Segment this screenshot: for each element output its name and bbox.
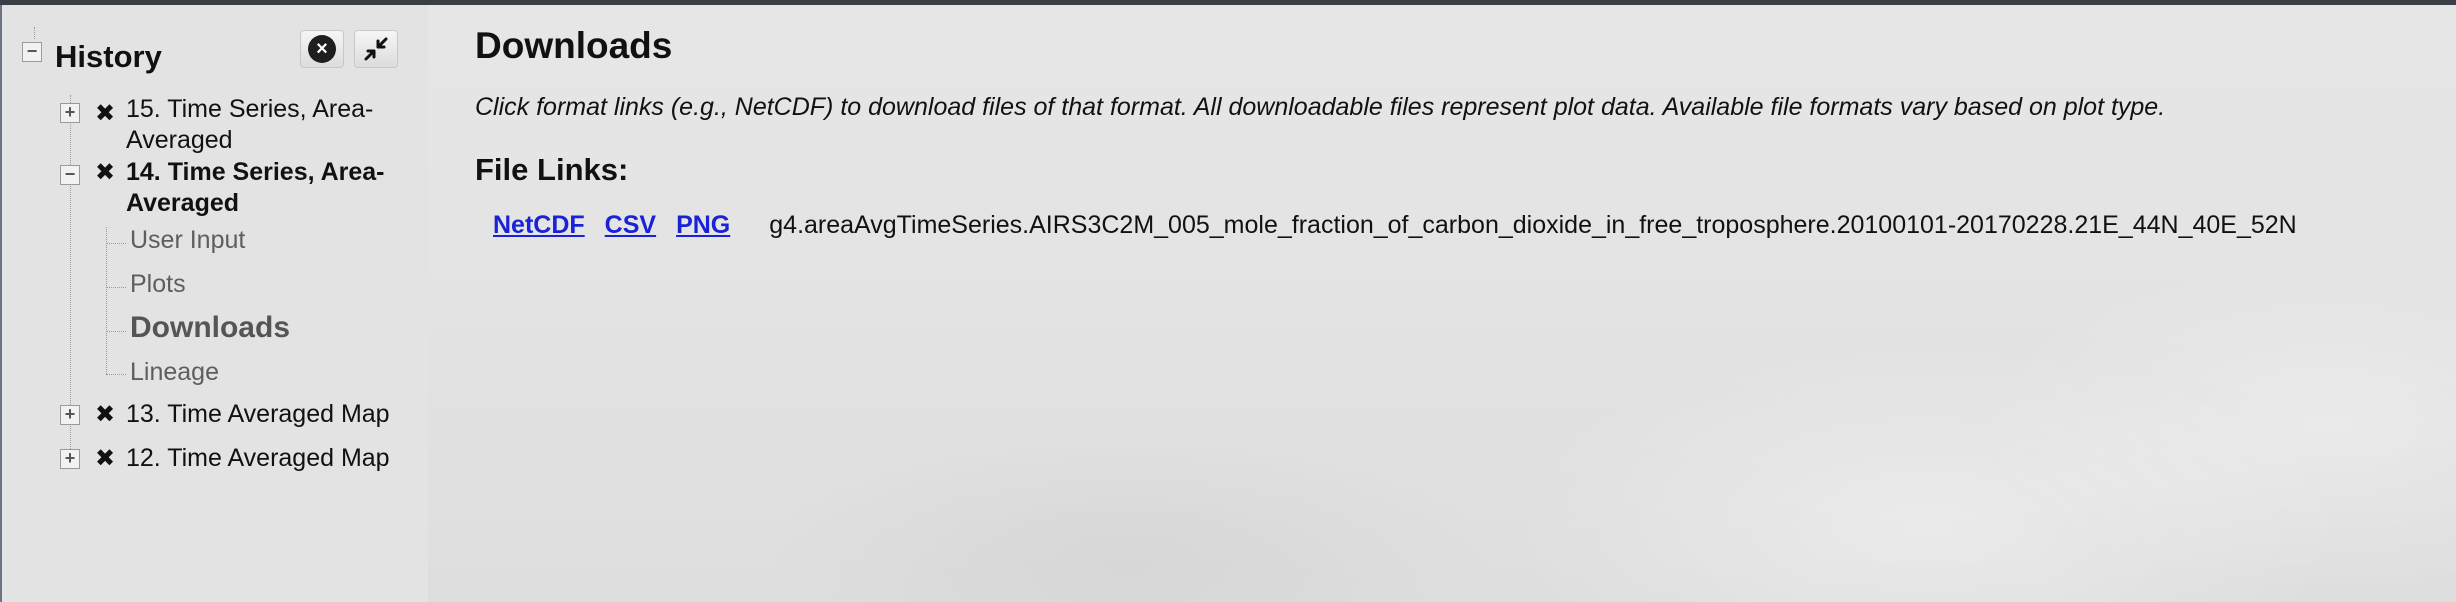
file-links-row: NetCDF CSV PNG g4.areaAvgTimeSeries.AIRS…	[493, 211, 2297, 240]
x-icon[interactable]: ✖	[95, 447, 115, 471]
x-icon[interactable]: ✖	[95, 161, 115, 185]
minimize-button[interactable]	[354, 30, 398, 68]
page-title: Downloads	[475, 25, 673, 66]
png-link[interactable]: PNG	[676, 211, 730, 240]
tree-line	[106, 227, 107, 374]
tree-line	[106, 374, 126, 375]
history-collapse-toggle[interactable]: −	[22, 42, 42, 62]
history-item-13[interactable]: 13. Time Averaged Map	[126, 399, 390, 430]
file-links-heading: File Links:	[475, 152, 629, 187]
expand-toggle-12[interactable]: +	[60, 449, 80, 469]
netcdf-link[interactable]: NetCDF	[493, 211, 585, 240]
close-circle-icon: ×	[308, 35, 336, 63]
x-icon[interactable]: ✖	[95, 403, 115, 427]
history-item-12[interactable]: 12. Time Averaged Map	[126, 443, 390, 474]
tree-line	[34, 27, 35, 39]
collapse-arrows-icon	[364, 37, 388, 61]
file-name: g4.areaAvgTimeSeries.AIRS3C2M_005_mole_f…	[769, 211, 2297, 239]
expand-toggle-15[interactable]: +	[60, 103, 80, 123]
history-sidebar: − History × + ✖ 15. Time Series, Area- A…	[0, 5, 428, 602]
collapse-toggle-14[interactable]: −	[60, 165, 80, 185]
tree-line	[106, 243, 126, 244]
history-item-15[interactable]: 15. Time Series, Area- Averaged	[126, 94, 373, 156]
download-instructions: Click format links (e.g., NetCDF) to dow…	[475, 93, 2166, 121]
csv-link[interactable]: CSV	[605, 211, 656, 240]
history-subitem-lineage[interactable]: Lineage	[130, 358, 219, 387]
close-all-button[interactable]: ×	[300, 30, 344, 68]
x-icon[interactable]: ✖	[95, 102, 115, 126]
history-subitem-plots[interactable]: Plots	[130, 270, 186, 299]
downloads-panel: Downloads Click format links (e.g., NetC…	[428, 5, 2456, 602]
tree-line	[106, 331, 126, 332]
history-title: History	[55, 39, 162, 74]
history-subitem-user-input[interactable]: User Input	[130, 226, 245, 255]
history-subitem-downloads[interactable]: Downloads	[130, 311, 290, 345]
expand-toggle-13[interactable]: +	[60, 405, 80, 425]
tree-line	[106, 287, 126, 288]
history-item-14[interactable]: 14. Time Series, Area- Averaged	[126, 157, 384, 219]
